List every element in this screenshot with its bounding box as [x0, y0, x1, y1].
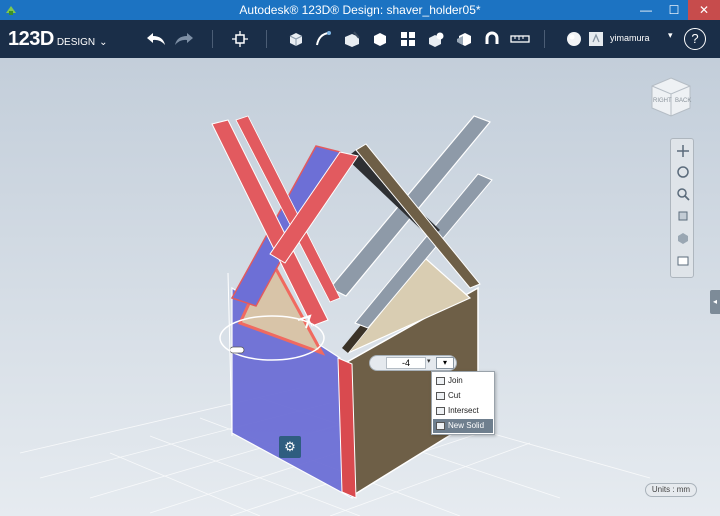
join-icon	[436, 377, 445, 385]
scene-canvas[interactable]	[0, 58, 720, 516]
view-mode-icon[interactable]	[674, 229, 692, 247]
gear-icon[interactable]: ⚙	[279, 436, 301, 458]
combine-operation-button[interactable]: ▾	[436, 357, 454, 369]
viewcube-back-label: BACK	[675, 98, 692, 104]
window-title: Autodesk® 123D® Design: shaver_holder05*	[239, 3, 481, 17]
help-button[interactable]: ?	[684, 28, 706, 50]
fit-icon[interactable]	[674, 207, 692, 225]
snap-icon[interactable]	[480, 27, 504, 51]
sketch-icon[interactable]	[312, 27, 336, 51]
modify-icon[interactable]	[368, 27, 392, 51]
material-icon[interactable]	[562, 27, 586, 51]
viewcube-right-label: RIGHT	[653, 98, 672, 104]
toolbar-divider	[544, 30, 545, 48]
side-panel-toggle[interactable]: ◂	[710, 290, 720, 314]
pattern-icon[interactable]	[396, 27, 420, 51]
title-bar: Autodesk® 123D® Design: shaver_holder05*…	[0, 0, 720, 20]
combine-icon[interactable]	[452, 27, 476, 51]
primitives-icon[interactable]	[284, 27, 308, 51]
zoom-icon[interactable]	[674, 185, 692, 203]
3d-viewport[interactable]: RIGHT BACK ◂ ▾ ▾ Join	[0, 58, 720, 516]
redo-icon[interactable]	[172, 27, 196, 51]
navigation-bar	[670, 138, 694, 278]
chevron-down-icon: ⌄	[99, 37, 108, 48]
menu-item-cut[interactable]: Cut	[433, 389, 493, 403]
pan-icon[interactable]	[674, 142, 692, 160]
menu-item-new-solid[interactable]: New Solid	[433, 419, 493, 433]
menu-item-join[interactable]: Join	[433, 374, 493, 388]
value-dropdown-caret-icon[interactable]: ▾	[427, 357, 431, 365]
menu-item-intersect[interactable]: Intersect	[433, 404, 493, 418]
close-button[interactable]: ✕	[688, 0, 720, 20]
brand-name: 123D	[8, 28, 54, 50]
orbit-icon[interactable]	[674, 163, 692, 181]
grouping-icon[interactable]	[424, 27, 448, 51]
menu-item-label: New Solid	[448, 421, 485, 430]
menu-item-label: Join	[448, 376, 463, 385]
rotation-value-input[interactable]	[386, 357, 426, 369]
intersect-icon	[436, 407, 445, 415]
combine-operation-menu: Join Cut Intersect New Solid	[431, 371, 495, 435]
app-menu-button[interactable]: 123D DESIGN ⌄	[8, 28, 108, 51]
transform-icon[interactable]	[228, 27, 252, 51]
user-name[interactable]: yimamura	[610, 33, 650, 43]
toolbar-divider	[212, 30, 213, 48]
menu-item-label: Intersect	[448, 406, 479, 415]
ring-handle[interactable]	[229, 346, 245, 354]
rotation-value-widget: ▾ ▾	[369, 355, 457, 371]
construct-icon[interactable]	[340, 27, 364, 51]
measure-icon[interactable]	[508, 27, 532, 51]
view-cube[interactable]: RIGHT BACK	[648, 74, 694, 120]
main-toolbar: 123D DESIGN ⌄ yimamura ▾ ?	[0, 20, 720, 58]
menu-item-label: Cut	[448, 391, 461, 400]
minimize-button[interactable]: —	[632, 0, 660, 20]
undo-icon[interactable]	[144, 27, 168, 51]
new-solid-icon	[436, 422, 445, 430]
grid-visibility-icon[interactable]	[674, 251, 692, 269]
cut-icon	[436, 392, 445, 400]
user-menu-caret-icon[interactable]: ▾	[668, 30, 673, 41]
brand-suffix: DESIGN	[56, 37, 96, 48]
text-icon[interactable]	[584, 27, 608, 51]
toolbar-divider	[266, 30, 267, 48]
maximize-button[interactable]: ☐	[660, 0, 688, 20]
units-indicator[interactable]: Units : mm	[645, 483, 697, 497]
